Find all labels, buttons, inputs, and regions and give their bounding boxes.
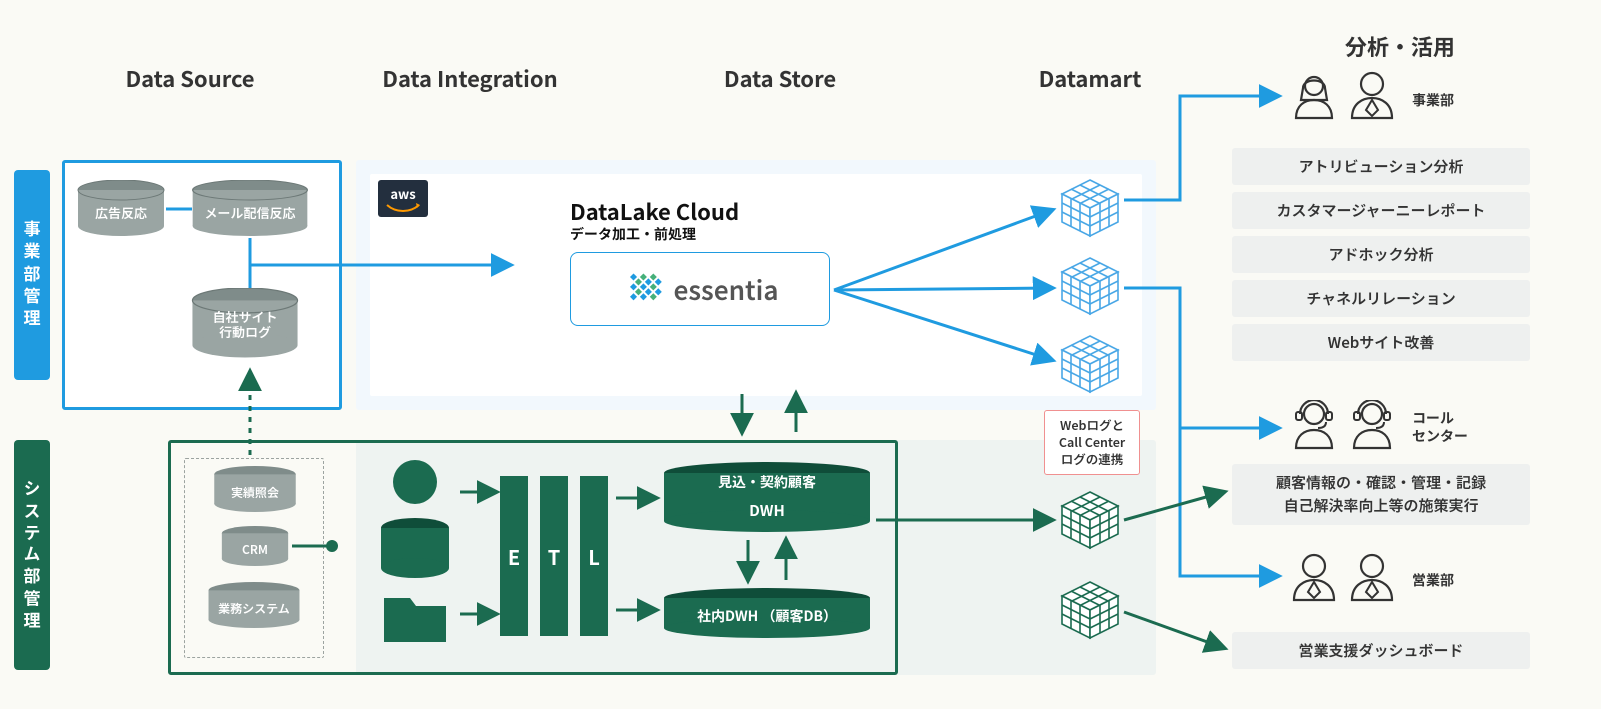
header-use: 分析・活用 — [1310, 30, 1490, 62]
person-male-icon-2 — [1290, 552, 1338, 602]
header-integration: Data Integration — [360, 62, 580, 94]
people-biz — [1290, 70, 1396, 120]
db-jisseki-label: 実績照会 — [212, 486, 298, 500]
sales-label: 営業部 — [1412, 572, 1454, 590]
essentia-box: essentia — [570, 252, 830, 326]
dwh-top: 見込・契約顧客 DWH — [662, 462, 872, 534]
aws-badge: aws — [378, 180, 428, 217]
db-jisseki: 実績照会 — [212, 466, 298, 512]
header-store: Data Store — [690, 62, 870, 94]
people-cc — [1290, 400, 1396, 450]
biz-item-1: カスタマージャーニーレポート — [1232, 192, 1530, 229]
cube-green-2 — [1060, 580, 1122, 642]
dwh-top-line2: DWH — [662, 500, 872, 521]
etl-bars: E T L — [500, 476, 608, 636]
db-crm: CRM — [220, 526, 290, 566]
dwh-top-line1: 見込・契約顧客 — [662, 472, 872, 492]
header-source: Data Source — [90, 62, 290, 94]
person-male-icon-3 — [1348, 552, 1396, 602]
cc-label: コール センター — [1412, 410, 1468, 445]
biz-label: 事業部 — [1412, 92, 1454, 110]
people-sales — [1290, 552, 1396, 602]
link-box: Webログと Call Center ログの連携 — [1044, 410, 1140, 475]
person-headset-icon — [1290, 400, 1338, 450]
biz-item-4: Webサイト改善 — [1232, 324, 1530, 361]
cube-blue-3 — [1060, 334, 1122, 396]
etl-l: L — [580, 476, 608, 636]
biz-item-2: アドホック分析 — [1232, 236, 1530, 273]
essentia-text: essentia — [673, 271, 778, 308]
db-sitelog-label: 自社サイト 行動ログ — [190, 310, 300, 340]
aws-text: aws — [390, 184, 415, 203]
db-crm-label: CRM — [220, 543, 290, 557]
db-gyomu: 業務システム — [206, 582, 302, 628]
biz-item-0: アトリビューション分析 — [1232, 148, 1530, 185]
db-gyomu-label: 業務システム — [206, 602, 302, 616]
dwh-bottom-label: 社内DWH （顧客DB） — [662, 606, 872, 626]
cube-green-1 — [1060, 490, 1122, 552]
db-ad: 広告反応 — [76, 180, 166, 238]
person-headset-icon-2 — [1348, 400, 1396, 450]
aws-smile-icon — [386, 203, 420, 213]
header-datamart: Datamart — [1010, 62, 1170, 94]
cc-item: 顧客情報の・確認・管理・記録 自己解決率向上等の施策実行 — [1232, 464, 1530, 525]
person-female-icon — [1290, 70, 1338, 120]
db-mail-label: メール配信反応 — [190, 206, 310, 221]
person-male-icon — [1348, 70, 1396, 120]
dwh-bottom: 社内DWH （顧客DB） — [662, 588, 872, 640]
biz-item-3: チャネルリレーション — [1232, 280, 1530, 317]
essentia-icon — [621, 268, 663, 310]
cube-blue-2 — [1060, 256, 1122, 318]
datalake-sub: データ加工・前処理 — [570, 224, 696, 244]
cube-blue-1 — [1060, 178, 1122, 240]
side-tab-system: システム部管理 — [14, 440, 50, 670]
biz-items: アトリビューション分析 カスタマージャーニーレポート アドホック分析 チャネルリ… — [1232, 148, 1530, 361]
db-mail: メール配信反応 — [190, 180, 310, 238]
datalake-title: DataLake Cloud — [570, 195, 739, 227]
etl-t: T — [540, 476, 568, 636]
db-sitelog: 自社サイト 行動ログ — [190, 288, 300, 360]
db-ad-label: 広告反応 — [76, 206, 166, 221]
data-shapes-icon — [370, 458, 460, 648]
side-tab-business: 事業部管理 — [14, 170, 50, 380]
sales-item: 営業支援ダッシュボード — [1232, 632, 1530, 669]
etl-e: E — [500, 476, 528, 636]
